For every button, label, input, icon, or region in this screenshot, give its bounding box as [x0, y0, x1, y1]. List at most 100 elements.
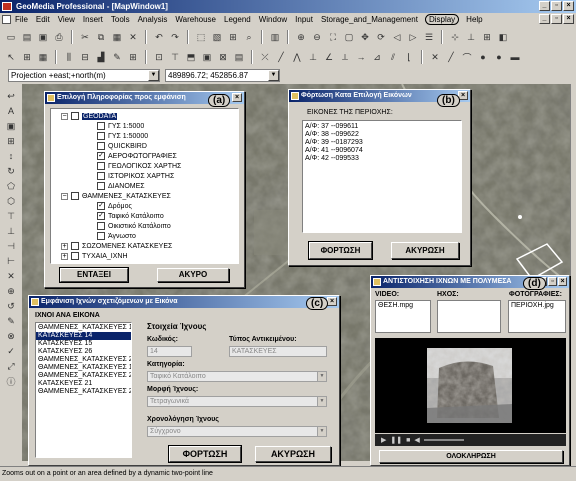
- perpendicular-icon[interactable]: ⊥: [4, 225, 18, 237]
- delete-vertex-icon[interactable]: ✕: [4, 270, 18, 282]
- insert-feature-icon[interactable]: ⊡: [152, 50, 166, 64]
- intersect-icon[interactable]: ⤫: [258, 50, 272, 64]
- tree-item[interactable]: Άγνωστο: [97, 232, 136, 240]
- trace-list-item[interactable]: ΚΑΤΑΣΚΕΥΕΣ 21: [36, 380, 131, 388]
- draw-line-icon[interactable]: ╱: [444, 50, 458, 64]
- tree-item[interactable]: ✓ ΑΕΡΟΦΩΤΟΓΡΑΦΙΕΣ: [97, 152, 177, 160]
- type-field[interactable]: ΚΑΤΑΣΚΕΥΕΣ: [229, 346, 327, 357]
- coordinate-readout[interactable]: 489896.72; 452856.87 ▼: [165, 69, 280, 82]
- doc-minimize-button[interactable]: _: [539, 14, 550, 24]
- collapse-icon[interactable]: −: [61, 112, 68, 120]
- volume-icon[interactable]: ◀: [414, 436, 419, 444]
- grid-icon[interactable]: ⊞: [480, 30, 494, 44]
- media-player[interactable]: [375, 338, 566, 433]
- angle-icon[interactable]: ∠: [322, 50, 336, 64]
- new-icon[interactable]: ▭: [4, 30, 18, 44]
- refresh-icon[interactable]: ⟳: [374, 30, 388, 44]
- layer-checkbox[interactable]: [97, 222, 105, 230]
- maximize-button[interactable]: ▫: [548, 277, 557, 286]
- trace-list-item[interactable]: ΘΑΜΜΕΝΕΣ_ΚΑΤΑΣΚΕΥΕΣ 194: [36, 364, 131, 372]
- minimize-button[interactable]: _: [539, 1, 550, 11]
- tree-item[interactable]: − ΘΑΜΜΕΝΕΣ_ΚΑΤΑΣΚΕΥΕΣ: [61, 192, 171, 200]
- load-button[interactable]: ΦΟΡΤΩΣΗ: [168, 445, 242, 463]
- close-button[interactable]: ×: [558, 277, 567, 286]
- cut-line-icon[interactable]: ⊢: [4, 255, 18, 267]
- layer-checkbox[interactable]: ✓: [97, 152, 105, 160]
- next-view-icon[interactable]: ▷: [406, 30, 420, 44]
- check-icon[interactable]: ✓: [4, 345, 18, 357]
- menu-item-help[interactable]: Help: [465, 15, 483, 24]
- play-icon[interactable]: ▶: [381, 436, 386, 444]
- offset-icon[interactable]: ⊿: [370, 50, 384, 64]
- menu-item-storage-and-management[interactable]: Storage_and_Management: [320, 15, 419, 24]
- find-icon[interactable]: ⌕: [242, 30, 256, 44]
- zoom-in-icon[interactable]: ⊕: [294, 30, 308, 44]
- tree-item[interactable]: QUICKBIRD: [97, 142, 147, 150]
- tree-item[interactable]: ΓΕΩΛΟΓΙΚΟΣ ΧΑΡΤΗΣ: [97, 162, 181, 170]
- insert-text-icon[interactable]: ⊤: [168, 50, 182, 64]
- text-icon[interactable]: A: [4, 105, 18, 117]
- circle-icon[interactable]: ●: [476, 50, 490, 64]
- vertex-icon[interactable]: ⊤: [4, 210, 18, 222]
- cut-icon[interactable]: ✂: [78, 30, 92, 44]
- tree-item[interactable]: ΔΙΑΝΟΜΕΣ: [97, 182, 145, 190]
- scale-icon[interactable]: ⤢: [4, 360, 18, 372]
- image-icon[interactable]: ▣: [4, 120, 18, 132]
- edit-icon[interactable]: ✎: [110, 50, 124, 64]
- cancel-button[interactable]: ΑΚΥΡΩΣΗ: [391, 242, 459, 259]
- cancel-button[interactable]: ΑΚΥΡΟ: [157, 268, 229, 282]
- tree-item[interactable]: ΓΥΣ 1:50000: [97, 132, 148, 140]
- paste-icon[interactable]: ▦: [110, 30, 124, 44]
- zoom-window-icon[interactable]: ▢: [342, 30, 356, 44]
- menu-item-edit[interactable]: Edit: [35, 15, 51, 24]
- video-item[interactable]: ΘΕΣΗ.mpg: [378, 302, 413, 309]
- cancel-button[interactable]: ΑΚΥΡΩΣΗ: [255, 446, 331, 462]
- copy-icon[interactable]: ⧉: [94, 30, 108, 44]
- snap-icon[interactable]: ⊹: [448, 30, 462, 44]
- layer-add-icon[interactable]: ⊞: [4, 135, 18, 147]
- shape-icon[interactable]: ⬠: [4, 180, 18, 192]
- insert-image-icon[interactable]: ▣: [200, 50, 214, 64]
- dating-select[interactable]: Σύγχρονο ▼: [147, 426, 327, 437]
- tree-item[interactable]: Οικιστικό Κατάλοιπο: [97, 222, 171, 230]
- tree-item[interactable]: ✓ Δρόμος: [97, 202, 132, 210]
- layout-icon[interactable]: ▤: [232, 50, 246, 64]
- chevron-down-icon[interactable]: ▼: [317, 427, 326, 436]
- undo-edit-icon[interactable]: ↺: [4, 300, 18, 312]
- snap-point-icon[interactable]: ⊕: [4, 285, 18, 297]
- split-line-icon[interactable]: ⊣: [4, 240, 18, 252]
- category-select[interactable]: Ταφικό Κατάλοιπο ▼: [147, 371, 327, 382]
- expand-icon[interactable]: +: [61, 242, 68, 250]
- images-list[interactable]: Α/Φ: 37 --099611 Α/Φ: 38 --099622 Α/Φ: 39 …: [302, 120, 462, 233]
- print-icon[interactable]: ⎙: [52, 30, 66, 44]
- image-list-item[interactable]: Α/Φ: 37 --099611: [303, 123, 461, 131]
- seek-slider[interactable]: [423, 439, 464, 441]
- layer-checkbox[interactable]: ✓: [97, 212, 105, 220]
- layer-icon[interactable]: ▧: [210, 30, 224, 44]
- chevron-down-icon[interactable]: ▼: [317, 397, 326, 406]
- trace-list-item[interactable]: ΘΑΜΜΕΝΕΣ_ΚΑΤΑΣΚΕΥΕΣ 204: [36, 372, 131, 380]
- image-list-item[interactable]: Α/Φ: 42 --099533: [303, 155, 461, 163]
- arc-icon[interactable]: ⌒: [460, 50, 474, 64]
- trace-list-item[interactable]: ΚΑΤΑΣΚΕΥΕΣ 14: [36, 332, 131, 340]
- layer-checkbox[interactable]: [97, 232, 105, 240]
- trace-list-item[interactable]: ΚΑΤΑΣΚΕΥΕΣ 15: [36, 340, 131, 348]
- select-tool-icon[interactable]: ▦: [36, 50, 50, 64]
- close-icon[interactable]: ×: [327, 297, 337, 306]
- point-icon[interactable]: ●: [492, 50, 506, 64]
- doc-restore-button[interactable]: ▫: [551, 14, 562, 24]
- zoom-out-icon[interactable]: ⊖: [310, 30, 324, 44]
- layer-checkbox[interactable]: [71, 252, 79, 260]
- trim-icon[interactable]: ⫽: [386, 50, 400, 64]
- layer-checkbox[interactable]: [97, 162, 105, 170]
- trace-list-item[interactable]: ΘΑΜΜΕΝΕΣ_ΚΑΤΑΣΚΕΥΕΣ 192: [36, 324, 131, 332]
- select-set-icon[interactable]: ⊞: [20, 50, 34, 64]
- trace-list-item[interactable]: ΘΑΜΜΕΝΕΣ_ΚΑΤΑΣΚΕΥΕΣ 203: [36, 356, 131, 364]
- move-icon[interactable]: ↕: [4, 150, 18, 162]
- menu-item-view[interactable]: View: [57, 15, 76, 24]
- menu-item-input[interactable]: Input: [294, 15, 314, 24]
- menu-item-warehouse[interactable]: Warehouse: [174, 15, 217, 24]
- tree-item[interactable]: ΙΣΤΟΡΙΚΟΣ ΧΑΡΤΗΣ: [97, 172, 174, 180]
- trace-point[interactable]: [518, 215, 522, 219]
- layer-checkbox[interactable]: [97, 132, 105, 140]
